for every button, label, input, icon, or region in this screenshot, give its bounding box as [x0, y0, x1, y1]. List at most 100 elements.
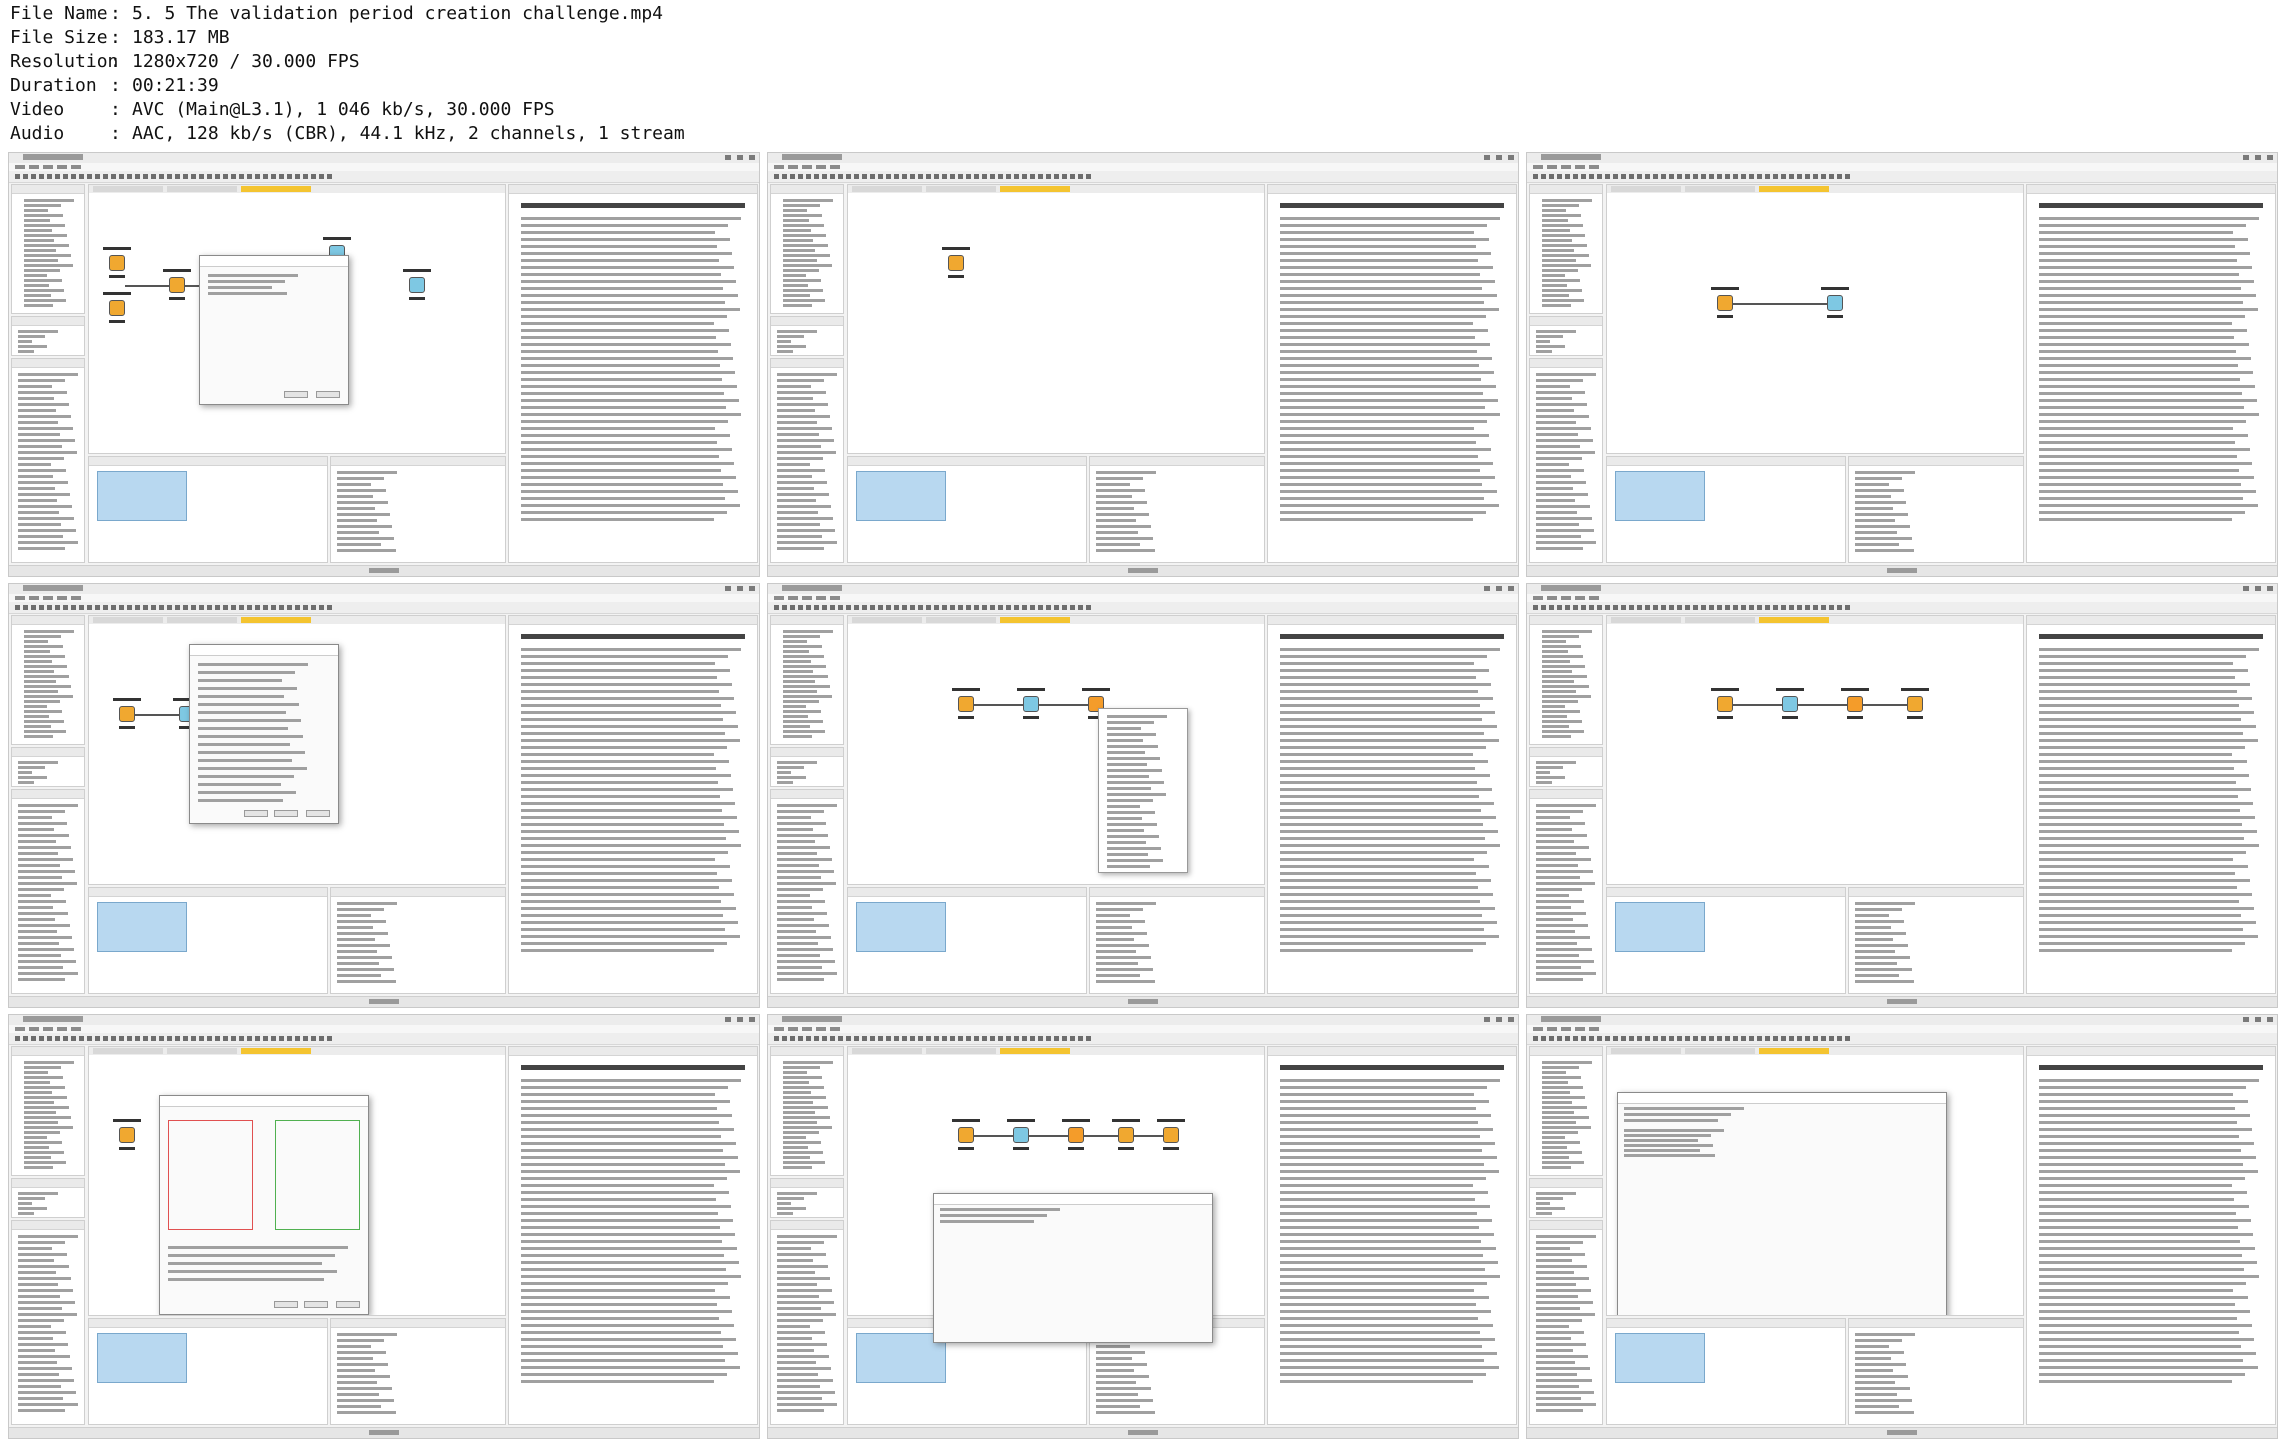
joiner-node [169, 277, 185, 293]
description-line [2039, 767, 2234, 770]
table-row [1624, 1129, 1724, 1132]
tree-item [783, 1106, 828, 1109]
panel-header [771, 359, 843, 368]
tree-item [783, 244, 828, 247]
node-monitor-panel [330, 887, 506, 994]
repository-item [18, 876, 62, 879]
ok-button [244, 810, 268, 817]
coach-item [777, 781, 793, 784]
toolbar-icon [183, 605, 188, 610]
apply-button [304, 1301, 328, 1308]
node-connection [974, 1135, 1013, 1137]
table-row-to-variable-loop-start-node [1023, 696, 1039, 712]
dialog-text [168, 1254, 335, 1257]
description-line [2039, 518, 2232, 521]
node-monitor-panel [1089, 456, 1265, 563]
panel-header [89, 457, 327, 466]
tree-item [24, 710, 62, 713]
tree-item [1542, 284, 1567, 287]
description-line [2039, 1247, 2255, 1250]
description-line [521, 1352, 738, 1355]
description-line [1280, 809, 1481, 812]
outline-viewport [1615, 902, 1705, 952]
description-line [2039, 1345, 2241, 1348]
repository-item [1536, 1361, 1575, 1364]
tree-item [24, 650, 50, 653]
node-repository-panel [11, 358, 85, 563]
repository-item [777, 846, 830, 849]
description-line [2039, 287, 2241, 290]
tree-item [24, 1131, 60, 1134]
description-line [2039, 434, 2248, 437]
description-line [2039, 1366, 2258, 1369]
repository-item [1536, 487, 1573, 490]
tree-item [1542, 690, 1576, 693]
tree-item [24, 1156, 51, 1159]
coach-item [1536, 345, 1565, 348]
toolbar-icon [1741, 605, 1746, 610]
repository-item [1536, 960, 1594, 963]
toolbar-icon [1533, 605, 1538, 610]
toolbar-icon [918, 605, 923, 610]
toolbar-icon [1813, 1036, 1818, 1041]
outline-panel [88, 456, 328, 563]
editor-tab [93, 1048, 163, 1054]
toolbar-icon [47, 605, 52, 610]
tree-item [1542, 720, 1582, 723]
toolbar-icon [822, 605, 827, 610]
description-line [1280, 732, 1484, 735]
description-line [1280, 448, 1491, 451]
outline-panel [847, 887, 1087, 994]
tree-item [783, 254, 830, 257]
description-line [521, 823, 724, 826]
panel-header [12, 185, 84, 194]
description-line [521, 886, 719, 889]
description-line [1280, 357, 1492, 360]
toolbar-icon [902, 1036, 907, 1041]
context-menu-item [1107, 829, 1144, 832]
description-line [1280, 231, 1474, 234]
repository-item [777, 427, 832, 430]
repository-item [1536, 948, 1592, 951]
repository-item [18, 924, 70, 927]
description-line [2039, 1373, 2245, 1376]
description-line [1280, 294, 1497, 297]
repository-item [18, 888, 64, 891]
panel-header [1849, 1319, 2023, 1328]
tree-item [24, 259, 58, 262]
toolbar-icon [974, 1036, 979, 1041]
description-line [1280, 1289, 1474, 1292]
context-menu-item [1107, 799, 1153, 802]
menu-item [43, 165, 53, 169]
toolbar-icon [23, 1036, 28, 1041]
pivoting-node [1163, 1127, 1179, 1143]
description-line [521, 865, 730, 868]
description-line [2039, 760, 2247, 763]
tree-item [783, 224, 824, 227]
description-line [521, 1254, 724, 1257]
window-title-text [23, 1016, 83, 1022]
tree-item [1542, 234, 1585, 237]
toolbar-icon [902, 174, 907, 179]
coach-item [1536, 761, 1576, 764]
repository-item [777, 409, 815, 412]
coach-item [1536, 330, 1576, 333]
toolbar-icon [878, 1036, 883, 1041]
tree-item [783, 214, 822, 217]
menu-bar [768, 163, 1518, 171]
toolbar-icon [1829, 605, 1834, 610]
toolbar-icon [1797, 605, 1802, 610]
repository-item [18, 1307, 62, 1310]
description-line [521, 364, 720, 367]
toolbar-icon [1701, 174, 1706, 179]
panel-header [1530, 359, 1602, 368]
description-line [1280, 1317, 1478, 1320]
description-line [2039, 851, 2246, 854]
toolbar-icon [287, 174, 292, 179]
panel-header [12, 317, 84, 326]
toolbar-icon [1078, 174, 1083, 179]
toolbar-icon [1629, 174, 1634, 179]
toolbar-icon [1637, 1036, 1642, 1041]
description-line [1280, 301, 1484, 304]
description-line [521, 1303, 717, 1306]
